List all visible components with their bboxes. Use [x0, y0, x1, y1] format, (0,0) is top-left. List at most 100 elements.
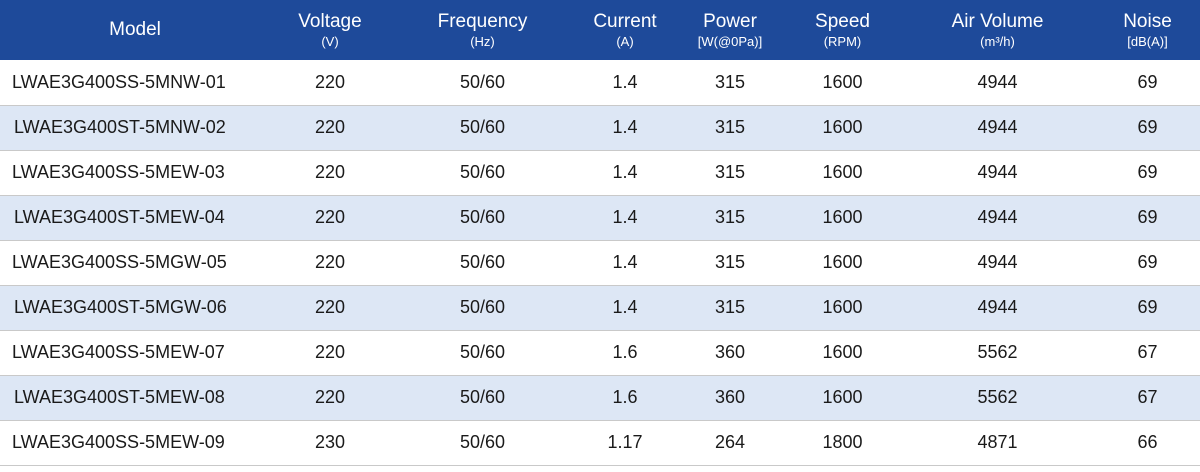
column-header-label: Frequency — [437, 10, 528, 32]
column-header-label: Power — [703, 10, 757, 32]
column-header-unit: (A) — [616, 33, 634, 49]
cell-frequency: 50/60 — [459, 71, 506, 92]
cell-noise: 66 — [1137, 432, 1158, 452]
table-row: LWAE3G400ST-5MEW-08 220 50/60 1.6 360 1600 556… — [0, 375, 1200, 420]
cell-voltage: 220 — [314, 162, 346, 182]
cell-current: 1.17 — [607, 432, 643, 452]
cell-noise: 67 — [1137, 387, 1158, 407]
cell-frequency: 50/60 — [459, 162, 506, 182]
cell-frequency: 50/60 — [459, 117, 506, 137]
cell-air-volume: 4944 — [977, 297, 1018, 317]
table-row: LWAE3G400ST-5MGW-06 220 50/60 1.4 315 1600 494… — [0, 285, 1200, 330]
cell-speed: 1600 — [822, 117, 863, 137]
cell-air-volume: 5562 — [977, 342, 1018, 362]
cell-power: 264 — [714, 432, 746, 452]
cell-air-volume: 4944 — [977, 207, 1018, 227]
column-header-model: Model — [0, 0, 270, 60]
cell-voltage: 220 — [314, 297, 346, 317]
cell-power: 360 — [714, 342, 746, 362]
header-row: Model Voltage (V) Frequency (Hz) Current (A) Po… — [0, 0, 1200, 60]
table-row: LWAE3G400SS-5MNW-01 220 50/60 1.4 315 1600 494… — [0, 60, 1200, 105]
cell-frequency: 50/60 — [459, 387, 506, 407]
cell-noise: 67 — [1137, 342, 1158, 362]
spec-table: Model Voltage (V) Frequency (Hz) Current (A) Po… — [0, 0, 1200, 466]
cell-speed: 1600 — [822, 162, 863, 182]
cell-air-volume: 4944 — [977, 252, 1018, 272]
cell-power: 315 — [714, 117, 746, 137]
cell-speed: 1800 — [822, 432, 863, 452]
column-header-speed: Speed (RPM) — [785, 0, 900, 60]
cell-power: 315 — [714, 162, 746, 182]
cell-speed: 1600 — [822, 207, 863, 227]
cell-voltage: 220 — [314, 342, 346, 362]
cell-model: LWAE3G400SS-5MGW-05 — [12, 252, 227, 272]
column-header-unit: (V) — [321, 33, 339, 49]
cell-frequency: 50/60 — [459, 207, 506, 227]
cell-frequency: 50/60 — [459, 252, 506, 272]
column-header-label: Model — [109, 19, 161, 41]
column-header-power: Power [W(@0Pa)] — [675, 0, 785, 60]
cell-power: 315 — [714, 252, 746, 272]
column-header-label: Air Volume — [951, 10, 1044, 32]
table-row: LWAE3G400SS-5MEW-09 230 50/60 1.17 264 1800 48… — [0, 420, 1200, 465]
table-body: LWAE3G400SS-5MNW-01 220 50/60 1.4 315 1600 494… — [0, 60, 1200, 465]
column-header-current: Current (A) — [575, 0, 675, 60]
column-header-air-volume: Air Volume (m³/h) — [900, 0, 1095, 60]
cell-frequency: 50/60 — [459, 432, 506, 452]
column-header-unit: [W(@0Pa)] — [697, 33, 763, 49]
cell-air-volume: 4944 — [977, 162, 1018, 182]
cell-model: LWAE3G400ST-5MGW-06 — [14, 297, 227, 317]
table-row: LWAE3G400ST-5MNW-02 220 50/60 1.4 315 1600 494… — [0, 105, 1200, 150]
cell-air-volume: 4944 — [977, 117, 1018, 137]
cell-noise: 69 — [1137, 297, 1158, 317]
table-header: Model Voltage (V) Frequency (Hz) Current (A) Po… — [0, 0, 1200, 60]
column-header-label: Noise — [1123, 10, 1172, 32]
cell-noise: 69 — [1137, 207, 1158, 227]
cell-frequency: 50/60 — [459, 342, 506, 362]
column-header-label: Current — [593, 10, 657, 32]
cell-power: 315 — [714, 297, 746, 317]
table-row: LWAE3G400SS-5MGW-05 220 50/60 1.4 315 1600 494… — [0, 240, 1200, 285]
column-header-frequency: Frequency (Hz) — [390, 0, 575, 60]
cell-power: 315 — [714, 71, 746, 92]
table-row: LWAE3G400SS-5MEW-03 220 50/60 1.4 315 1600 494… — [0, 150, 1200, 195]
cell-model: LWAE3G400SS-5MNW-01 — [12, 71, 226, 92]
cell-noise: 69 — [1137, 71, 1158, 92]
cell-current: 1.6 — [612, 387, 638, 407]
column-header-unit: (Hz) — [470, 33, 495, 49]
cell-current: 1.4 — [612, 297, 638, 317]
cell-voltage: 220 — [314, 117, 346, 137]
cell-current: 1.4 — [612, 117, 638, 137]
cell-current: 1.4 — [612, 71, 638, 92]
cell-voltage: 220 — [314, 387, 346, 407]
cell-power: 315 — [714, 207, 746, 227]
cell-model: LWAE3G400ST-5MEW-08 — [14, 387, 225, 407]
cell-frequency: 50/60 — [459, 297, 506, 317]
cell-model: LWAE3G400SS-5MEW-03 — [12, 162, 225, 182]
column-header-unit: [dB(A)] — [1127, 33, 1168, 49]
cell-air-volume: 4944 — [977, 71, 1018, 92]
cell-current: 1.4 — [612, 162, 638, 182]
cell-model: LWAE3G400ST-5MEW-04 — [14, 207, 225, 227]
cell-air-volume: 4871 — [977, 432, 1018, 452]
column-header-unit: (m³/h) — [980, 33, 1015, 49]
cell-speed: 1600 — [822, 297, 863, 317]
cell-model: LWAE3G400SS-5MEW-09 — [12, 432, 225, 452]
column-header-label: Voltage — [298, 10, 362, 32]
cell-voltage: 220 — [314, 252, 346, 272]
cell-speed: 1600 — [822, 342, 863, 362]
cell-speed: 1600 — [822, 387, 863, 407]
cell-model: LWAE3G400ST-5MNW-02 — [14, 117, 226, 137]
cell-speed: 1600 — [822, 71, 863, 92]
column-header-noise: Noise [dB(A)] — [1095, 0, 1200, 60]
cell-noise: 69 — [1137, 117, 1158, 137]
cell-noise: 69 — [1137, 252, 1158, 272]
column-header-voltage: Voltage (V) — [270, 0, 390, 60]
cell-speed: 1600 — [822, 252, 863, 272]
table-row: LWAE3G400SS-5MEW-07 220 50/60 1.6 360 1600 556… — [0, 330, 1200, 375]
cell-current: 1.4 — [612, 207, 638, 227]
table-row: LWAE3G400ST-5MEW-04 220 50/60 1.4 315 1600 494… — [0, 195, 1200, 240]
column-header-unit: (RPM) — [823, 33, 862, 49]
cell-current: 1.4 — [612, 252, 638, 272]
cell-power: 360 — [714, 387, 746, 407]
